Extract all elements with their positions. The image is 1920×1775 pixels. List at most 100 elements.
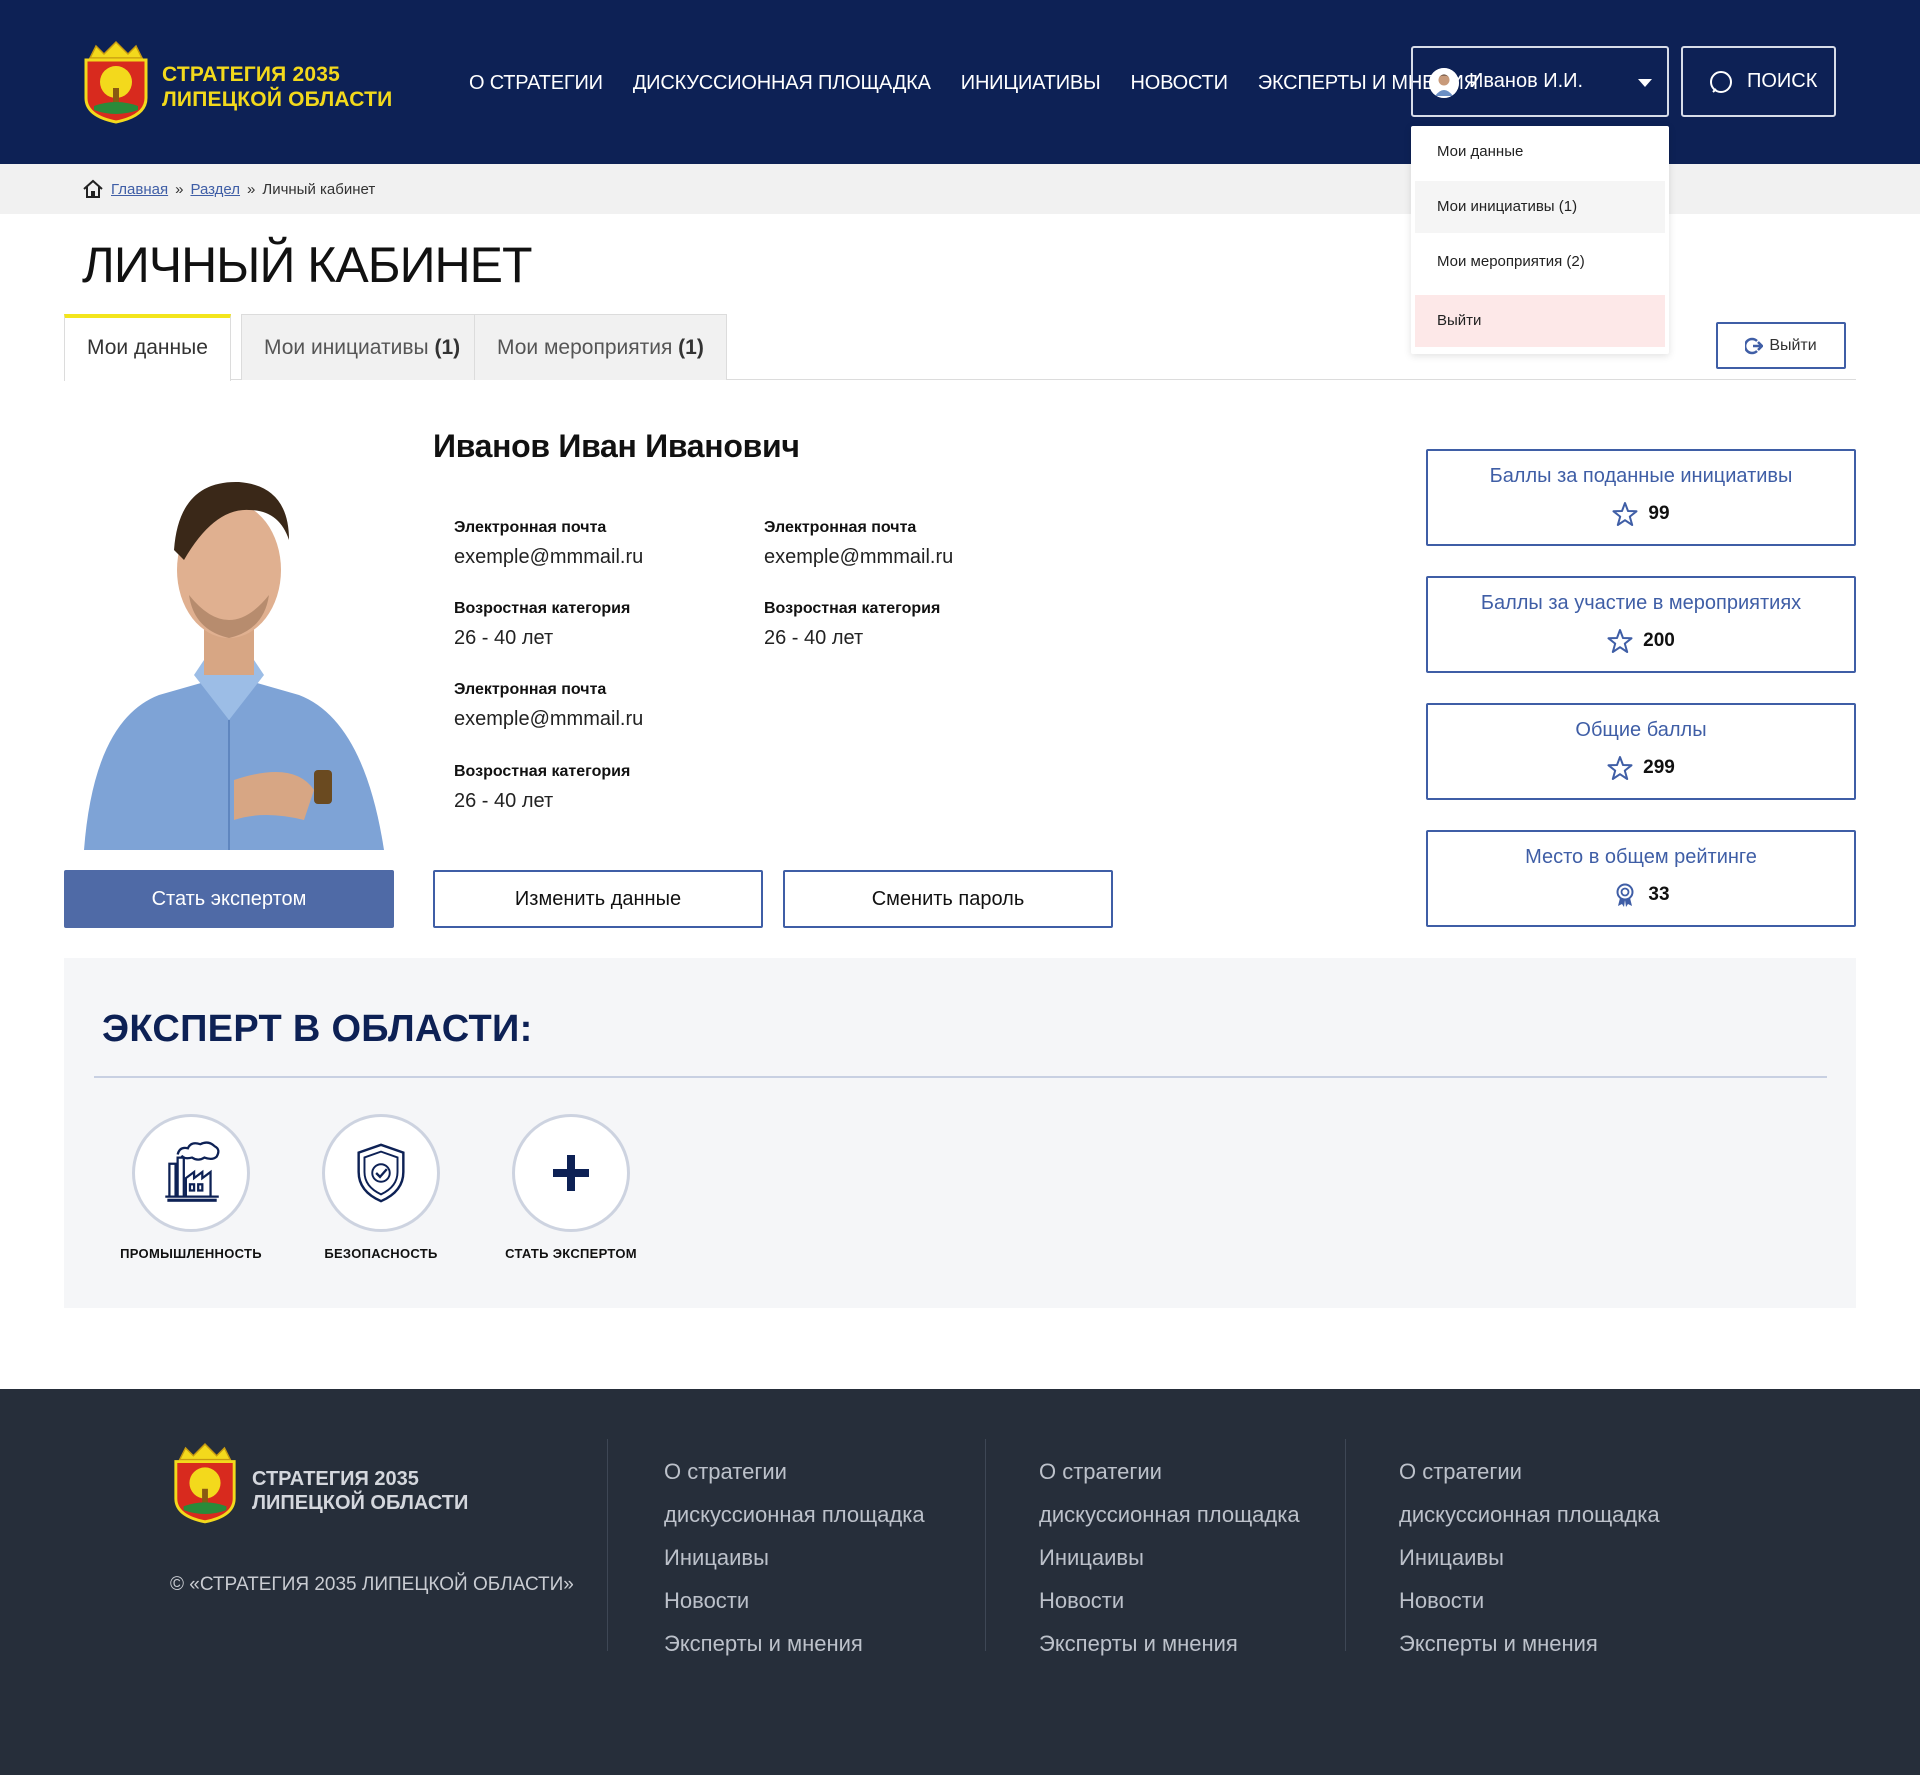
menu-item-logout[interactable]: Выйти	[1415, 295, 1665, 347]
main-nav: О СТРАТЕГИИ ДИСКУССИОННАЯ ПЛОЩАДКА ИНИЦИ…	[469, 72, 1478, 95]
tab-label: Мои инициативы	[264, 336, 429, 359]
star-icon	[1607, 629, 1633, 653]
coat-of-arms-logo-icon[interactable]	[80, 36, 152, 124]
footer-link-discussion[interactable]: дискуссионная площадка	[1039, 1493, 1300, 1536]
footer-link-about[interactable]: О стратегии	[1399, 1450, 1660, 1493]
score-value: 33	[1648, 884, 1670, 905]
breadcrumb-separator: »	[247, 180, 256, 198]
expert-area-circle	[132, 1114, 250, 1232]
footer-logo-text[interactable]: СТРАТЕГИЯ 2035 ЛИПЕЦКОЙ ОБЛАСТИ	[252, 1467, 468, 1515]
menu-item-my-initiatives[interactable]: Мои инициативы (1)	[1415, 181, 1665, 233]
tab-my-initiatives[interactable]: Мои инициативы (1)	[241, 314, 484, 380]
footer-link-news[interactable]: Новости	[664, 1579, 925, 1622]
score-label: Общие баллы	[1575, 719, 1707, 741]
footer-links-column: О стратегии дискуссионная площадка Иница…	[664, 1450, 925, 1665]
plus-icon	[553, 1155, 589, 1191]
logo-line-1: СТРАТЕГИЯ 2035	[252, 1468, 419, 1490]
field-label: Электронная почта	[454, 681, 607, 698]
tab-label: Мои данные	[87, 336, 208, 359]
expert-area-circle	[512, 1114, 630, 1232]
breadcrumb-home[interactable]: Главная	[111, 181, 168, 198]
field-value: exemple@mmmail.ru	[454, 546, 644, 568]
footer-links-column: О стратегии дискуссионная площадка Иница…	[1039, 1450, 1300, 1665]
field-label: Возростная категория	[454, 763, 631, 780]
nav-initiatives[interactable]: ИНИЦИАТИВЫ	[961, 72, 1101, 95]
site-footer: СТРАТЕГИЯ 2035 ЛИПЕЦКОЙ ОБЛАСТИ © «СТРАТ…	[0, 1389, 1920, 1775]
expert-area-circle	[322, 1114, 440, 1232]
tab-label: Мои мероприятия	[497, 336, 673, 359]
score-row: 299	[1428, 755, 1854, 781]
score-card-initiatives: Баллы за поданные инициативы 99	[1426, 449, 1856, 546]
expert-section-title: ЭКСПЕРТ В ОБЛАСТИ:	[102, 1008, 533, 1050]
footer-link-about[interactable]: О стратегии	[664, 1450, 925, 1493]
chevron-down-icon	[1638, 79, 1652, 87]
field-label: Электронная почта	[764, 519, 917, 536]
tab-count: (1)	[678, 336, 704, 359]
score-label: Место в общем рейтинге	[1525, 846, 1757, 868]
breadcrumb-section[interactable]: Раздел	[190, 181, 240, 198]
tab-count: (1)	[434, 336, 461, 359]
menu-item-my-data[interactable]: Мои данные	[1415, 126, 1665, 178]
field-value: 26 - 40 лет	[454, 790, 554, 812]
home-icon[interactable]	[82, 179, 104, 199]
search-button[interactable]: ПОИСК	[1681, 46, 1836, 117]
breadcrumb-separator: »	[175, 180, 184, 198]
tab-my-events[interactable]: Мои мероприятия (1)	[474, 314, 727, 380]
field-value: exemple@mmmail.ru	[764, 546, 954, 568]
footer-link-initiatives[interactable]: Иницаивы	[1399, 1536, 1660, 1579]
become-expert-tile[interactable]: СТАТЬ ЭКСПЕРТОМ	[481, 1114, 661, 1274]
nav-about[interactable]: О СТРАТЕГИИ	[469, 72, 603, 95]
search-label: ПОИСК	[1747, 70, 1818, 92]
factory-icon	[165, 1141, 220, 1202]
footer-link-discussion[interactable]: дискуссионная площадка	[1399, 1493, 1660, 1536]
score-row: 99	[1428, 501, 1854, 527]
expert-area-label: СТАТЬ ЭКСПЕРТОМ	[505, 1246, 637, 1261]
footer-link-initiatives[interactable]: Иницаивы	[1039, 1536, 1300, 1579]
score-label: Баллы за участие в мероприятиях	[1480, 592, 1802, 614]
footer-link-initiatives[interactable]: Иницаивы	[664, 1536, 925, 1579]
footer-link-experts[interactable]: Эксперты и мнения	[1039, 1622, 1300, 1665]
footer-link-news[interactable]: Новости	[1039, 1579, 1300, 1622]
change-password-button[interactable]: Сменить пароль	[783, 870, 1113, 928]
user-name: Иванов И.И.	[1469, 70, 1584, 92]
footer-link-news[interactable]: Новости	[1399, 1579, 1660, 1622]
user-dropdown-menu: Мои данные Мои инициативы (1) Мои меропр…	[1411, 126, 1669, 354]
logo-line-2: ЛИПЕЦКОЙ ОБЛАСТИ	[162, 88, 393, 111]
site-logo-text[interactable]: СТРАТЕГИЯ 2035 ЛИПЕЦКОЙ ОБЛАСТИ	[162, 62, 392, 112]
field-value: exemple@mmmail.ru	[454, 708, 644, 730]
expert-area-security[interactable]: БЕЗОПАСНОСТЬ	[291, 1114, 471, 1274]
footer-link-about[interactable]: О стратегии	[1039, 1450, 1300, 1493]
expert-area-label: БЕЗОПАСНОСТЬ	[324, 1246, 438, 1261]
footer-divider	[1345, 1439, 1346, 1651]
expert-area-label: ПРОМЫШЛЕННОСТЬ	[120, 1246, 262, 1261]
field-label: Возростная категория	[764, 600, 941, 617]
footer-link-discussion[interactable]: дискуссионная площадка	[664, 1493, 925, 1536]
footer-links-column: О стратегии дискуссионная площадка Иница…	[1399, 1450, 1660, 1665]
shield-icon	[357, 1143, 405, 1203]
score-row: 33	[1428, 882, 1854, 908]
score-card-events: Баллы за участие в мероприятиях 200	[1426, 576, 1856, 673]
score-card-rating: Место в общем рейтинге 33	[1426, 830, 1856, 927]
field-value: 26 - 40 лет	[454, 627, 554, 649]
nav-discussion[interactable]: ДИСКУССИОННАЯ ПЛОЩАДКА	[633, 72, 931, 95]
logout-button[interactable]: Выйти	[1716, 322, 1846, 369]
footer-link-experts[interactable]: Эксперты и мнения	[1399, 1622, 1660, 1665]
footer-link-experts[interactable]: Эксперты и мнения	[664, 1622, 925, 1665]
menu-item-my-events[interactable]: Мои мероприятия (2)	[1415, 236, 1665, 288]
tab-my-data[interactable]: Мои данные	[64, 314, 231, 381]
become-expert-button[interactable]: Стать экспертом	[64, 870, 394, 928]
breadcrumb: Главная » Раздел » Личный кабинет	[82, 179, 375, 199]
award-icon	[1616, 883, 1634, 907]
expert-section: ЭКСПЕРТ В ОБЛАСТИ: ПРОМЫШЛЕННОСТЬ БЕЗОПА…	[64, 958, 1856, 1308]
score-value: 299	[1643, 757, 1675, 778]
coat-of-arms-logo-icon[interactable]	[170, 1437, 240, 1525]
field-value: 26 - 40 лет	[764, 627, 864, 649]
star-icon	[1612, 502, 1638, 526]
star-icon	[1607, 756, 1633, 780]
nav-news[interactable]: НОВОСТИ	[1131, 72, 1228, 95]
field-label: Возростная категория	[454, 600, 631, 617]
user-menu-toggle[interactable]: Иванов И.И.	[1411, 46, 1669, 117]
avatar	[1429, 68, 1459, 98]
expert-area-industry[interactable]: ПРОМЫШЛЕННОСТЬ	[101, 1114, 281, 1274]
edit-data-button[interactable]: Изменить данные	[433, 870, 763, 928]
